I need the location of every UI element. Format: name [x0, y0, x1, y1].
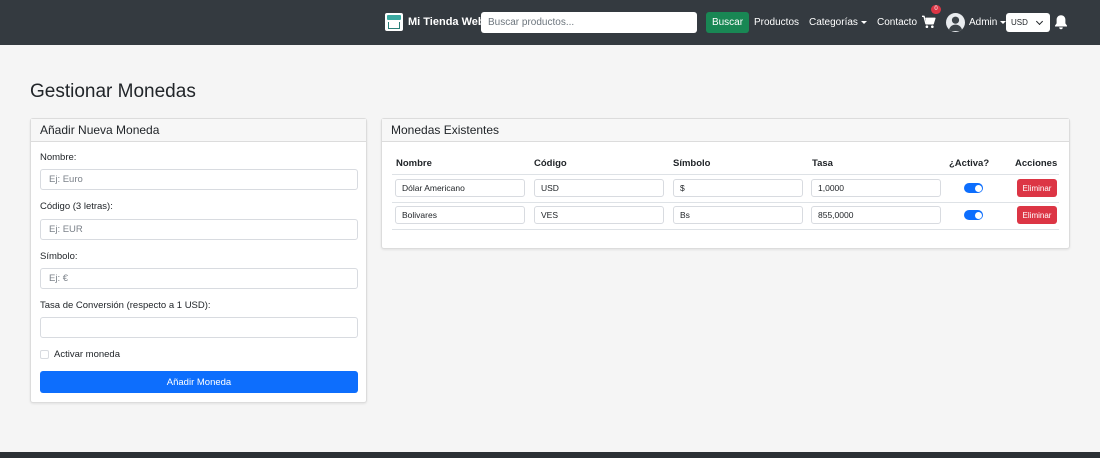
row-rate-input[interactable] [811, 206, 941, 224]
search-input[interactable] [481, 12, 697, 33]
bell-icon[interactable] [1054, 14, 1068, 30]
activate-label: Activar moneda [54, 349, 121, 360]
row-name-input[interactable] [395, 206, 525, 224]
rate-label: Tasa de Conversión (respecto a 1 USD): [40, 300, 211, 311]
row-rate-input[interactable] [811, 179, 941, 197]
rate-input[interactable] [40, 317, 358, 338]
avatar[interactable] [946, 13, 965, 32]
active-toggle[interactable] [964, 210, 983, 220]
brand-name: Mi Tienda Web [408, 16, 485, 28]
add-currency-header: Añadir Nueva Moneda [31, 119, 366, 142]
nav-contacto[interactable]: Contacto [877, 17, 917, 28]
symbol-input[interactable] [40, 268, 358, 289]
add-currency-card: Añadir Nueva Moneda Nombre: Código (3 le… [30, 118, 367, 403]
currency-select-value: USD [1011, 18, 1028, 27]
col-header-acciones: Acciones [1015, 158, 1058, 169]
cart-count-badge: 0 [931, 5, 941, 14]
col-header-tasa: Tasa [812, 158, 833, 169]
row-symbol-input[interactable] [673, 206, 803, 224]
cart-icon[interactable] [922, 15, 936, 29]
search-button[interactable]: Buscar [706, 12, 749, 33]
name-input[interactable] [40, 169, 358, 190]
name-label: Nombre: [40, 152, 77, 163]
avatar-icon [948, 16, 963, 31]
caret-down-icon [860, 20, 867, 24]
brand-link[interactable]: Mi Tienda Web [385, 13, 485, 31]
currency-list-card: Monedas Existentes Nombre Código Símbolo… [381, 118, 1070, 249]
table-divider [392, 202, 1059, 203]
row-code-input[interactable] [534, 179, 664, 197]
page-title: Gestionar Monedas [30, 81, 196, 102]
navbar: Mi Tienda Web Buscar Productos Categoría… [0, 0, 1100, 45]
row-symbol-input[interactable] [673, 179, 803, 197]
table-divider [392, 174, 1059, 175]
row-name-input[interactable] [395, 179, 525, 197]
footer [0, 452, 1100, 458]
nav-categorias[interactable]: Categorías [809, 17, 867, 28]
delete-button[interactable]: Eliminar [1017, 206, 1057, 224]
delete-button[interactable]: Eliminar [1017, 179, 1057, 197]
store-logo-icon [385, 13, 403, 31]
chevron-down-icon [1035, 17, 1044, 26]
table-divider [392, 229, 1059, 230]
active-toggle[interactable] [964, 183, 983, 193]
col-header-simbolo: Símbolo [673, 158, 711, 169]
symbol-label: Símbolo: [40, 251, 78, 262]
code-input[interactable] [40, 219, 358, 240]
col-header-activa: ¿Activa? [949, 158, 990, 169]
currency-select[interactable]: USD [1006, 13, 1050, 32]
row-code-input[interactable] [534, 206, 664, 224]
currency-list-header: Monedas Existentes [382, 119, 1069, 142]
user-menu[interactable]: Admin [969, 17, 1007, 28]
nav-productos[interactable]: Productos [754, 17, 799, 28]
add-currency-button[interactable]: Añadir Moneda [40, 371, 358, 393]
activate-checkbox[interactable] [40, 350, 49, 359]
nav-categorias-label: Categorías [809, 17, 858, 28]
col-header-codigo: Código [534, 158, 567, 169]
code-label: Código (3 letras): [40, 201, 113, 212]
col-header-nombre: Nombre [396, 158, 432, 169]
user-name: Admin [969, 17, 998, 28]
